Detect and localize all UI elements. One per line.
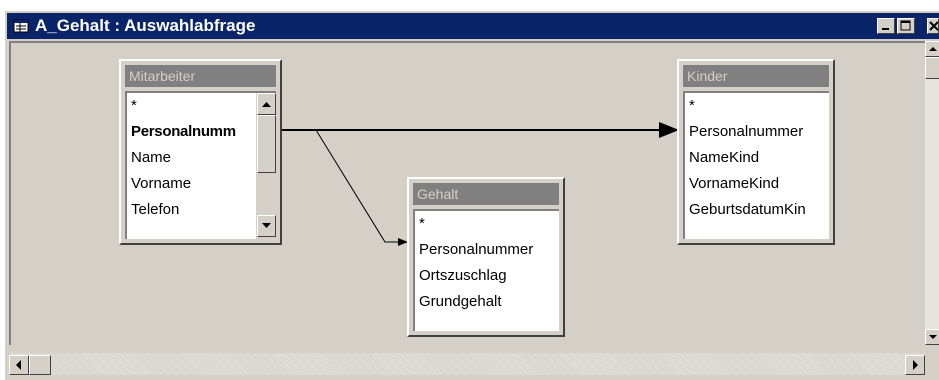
arrow-left-icon xyxy=(16,360,21,370)
minimize-button[interactable] xyxy=(877,18,895,34)
field-item[interactable]: VornameKind xyxy=(685,171,829,197)
relation-line-gehalt[interactable] xyxy=(283,129,408,246)
field-item[interactable]: Grundgehalt xyxy=(415,289,559,315)
field-list: * Personalnummer NameKind VornameKind Ge… xyxy=(683,91,829,239)
field-item[interactable]: Personalnummer xyxy=(685,119,829,145)
scroll-up-button[interactable] xyxy=(257,93,276,115)
field-item[interactable]: Name xyxy=(127,145,276,171)
scroll-up-button[interactable] xyxy=(925,41,939,57)
field-list-scrollbar[interactable] xyxy=(256,93,276,239)
table-kinder[interactable]: Kinder * Personalnummer NameKind Vorname… xyxy=(677,59,835,245)
scroll-thumb[interactable] xyxy=(257,115,276,173)
window-titlebar[interactable]: A_Gehalt : Auswahlabfrage xyxy=(7,13,939,39)
field-item[interactable]: GeburtsdatumKin xyxy=(685,197,829,223)
arrow-up-icon xyxy=(262,102,271,107)
scroll-thumb[interactable] xyxy=(29,355,51,375)
field-item[interactable]: Telefon xyxy=(127,197,276,223)
scroll-down-button[interactable] xyxy=(257,215,276,237)
query-window: A_Gehalt : Auswahlabfrage Mitarbeiter * xyxy=(4,10,939,380)
scroll-right-button[interactable] xyxy=(905,355,925,375)
field-item[interactable]: * xyxy=(685,93,829,119)
window-vertical-scrollbar[interactable] xyxy=(925,41,939,345)
window-horizontal-scrollbar[interactable] xyxy=(9,345,925,379)
scroll-track[interactable] xyxy=(9,353,925,375)
scroll-thumb[interactable] xyxy=(925,57,939,79)
field-item[interactable]: Ortszuschlag xyxy=(415,263,559,289)
scroll-down-button[interactable] xyxy=(925,329,939,345)
minimize-icon xyxy=(882,28,889,30)
table-gehalt[interactable]: Gehalt * Personalnummer Ortszuschlag Gru… xyxy=(407,177,565,337)
table-pane[interactable]: Mitarbeiter * Personalnumm Name Vorname … xyxy=(9,41,925,345)
field-item[interactable]: Vorname xyxy=(127,171,276,197)
arrow-down-icon xyxy=(929,335,937,339)
query-icon xyxy=(13,18,29,34)
field-item[interactable]: Personalnummer xyxy=(415,237,559,263)
arrow-up-icon xyxy=(929,47,937,51)
close-button[interactable] xyxy=(927,18,939,34)
field-item[interactable]: NameKind xyxy=(685,145,829,171)
field-list: * Personalnumm Name Vorname Telefon xyxy=(125,91,276,239)
arrow-down-icon xyxy=(262,223,271,228)
window-title: A_Gehalt : Auswahlabfrage xyxy=(35,16,256,35)
table-title[interactable]: Mitarbeiter xyxy=(125,65,276,87)
field-list: * Personalnummer Ortszuschlag Grundgehal… xyxy=(413,209,559,331)
field-item[interactable]: * xyxy=(415,211,559,237)
table-title[interactable]: Kinder xyxy=(683,65,829,87)
maximize-button[interactable] xyxy=(897,18,915,34)
close-icon xyxy=(929,21,939,31)
table-mitarbeiter[interactable]: Mitarbeiter * Personalnumm Name Vorname … xyxy=(119,59,282,245)
field-item-primary-key[interactable]: Personalnumm xyxy=(127,119,276,145)
field-item[interactable]: * xyxy=(127,93,276,119)
arrow-right-icon xyxy=(913,360,918,370)
scroll-left-button[interactable] xyxy=(9,355,29,375)
table-title[interactable]: Gehalt xyxy=(413,183,559,205)
